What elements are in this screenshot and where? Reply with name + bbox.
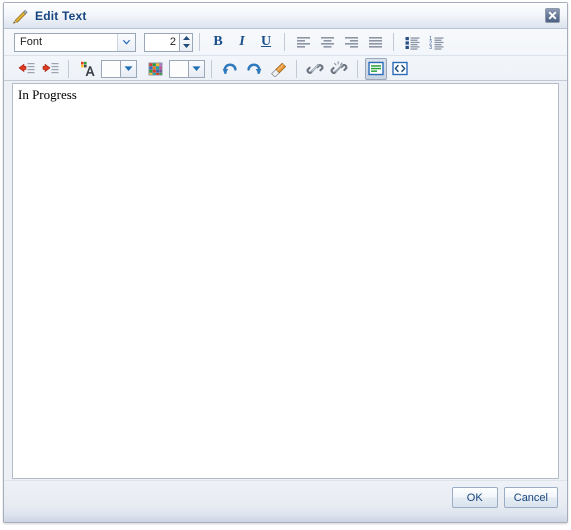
undo-icon: [221, 61, 239, 77]
toolbar-row-2: [4, 55, 567, 81]
font-color-icon: [78, 61, 96, 77]
svg-text:3: 3: [429, 45, 432, 50]
font-color-picker[interactable]: [101, 59, 137, 78]
cancel-button[interactable]: Cancel: [503, 487, 558, 508]
dialog-titlebar: Edit Text: [4, 3, 567, 29]
spinner-down-icon[interactable]: [182, 42, 191, 50]
link-icon: [306, 61, 324, 77]
color-grid-icon: [147, 61, 164, 77]
background-color-chevron-down-icon[interactable]: [189, 59, 205, 78]
align-right-button[interactable]: [340, 31, 362, 53]
wysiwyg-view-button[interactable]: [365, 57, 387, 80]
font-family-value: Font: [20, 36, 43, 48]
pencil-icon: [11, 7, 29, 25]
italic-button[interactable]: I: [231, 31, 253, 53]
spinner-up-icon[interactable]: [182, 34, 191, 42]
ok-button[interactable]: OK: [451, 487, 498, 508]
font-family-select[interactable]: Font: [14, 32, 136, 52]
window-frame: Edit Text Font 2 B I U 1 2 3 In Progress…: [3, 2, 568, 523]
toolbar-separator: [393, 33, 394, 51]
font-color-swatch[interactable]: [101, 59, 121, 78]
unlink-icon: [330, 60, 348, 77]
background-color-picker[interactable]: [169, 59, 205, 78]
close-icon[interactable]: [545, 8, 560, 23]
chevron-down-icon: [117, 33, 135, 51]
justify-button[interactable]: [364, 31, 386, 53]
bold-icon: B: [213, 34, 223, 49]
toolbar-separator: [357, 59, 358, 78]
underline-icon: U: [260, 34, 272, 49]
source-code-icon: [392, 61, 408, 76]
editor-content[interactable]: In Progress: [13, 84, 558, 106]
align-center-button[interactable]: [316, 31, 338, 53]
edit-text-dialog: Edit Text Font 2 B I U 1 2 3 In Progress…: [0, 0, 571, 530]
rich-text-editor[interactable]: In Progress: [12, 83, 559, 479]
numbered-list-icon: 1 2 3: [428, 35, 445, 50]
toolbar-separator: [68, 59, 69, 78]
eraser-icon: [269, 61, 287, 77]
font-size-stepper[interactable]: [179, 32, 193, 52]
dialog-footer: OK Cancel: [4, 480, 567, 522]
redo-icon: [245, 61, 263, 77]
toolbar-separator: [284, 33, 285, 51]
toolbar-row-1: Font 2 B I U 1 2 3: [4, 29, 567, 55]
bulleted-list-button[interactable]: [401, 31, 423, 53]
outdent-icon: [17, 61, 35, 76]
editor-toolbar: Font 2 B I U 1 2 3: [4, 29, 567, 81]
align-left-button[interactable]: [292, 31, 314, 53]
font-size-input[interactable]: 2: [144, 32, 179, 52]
insert-link-button[interactable]: [304, 58, 326, 80]
font-color-button[interactable]: [76, 58, 98, 80]
bulleted-list-icon: [404, 35, 421, 50]
numbered-list-button[interactable]: 1 2 3: [425, 31, 447, 53]
remove-link-button[interactable]: [328, 58, 350, 80]
toolbar-separator: [199, 33, 200, 51]
italic-icon: I: [239, 34, 245, 49]
indent-button[interactable]: [39, 58, 61, 80]
rich-text-view-icon: [368, 61, 384, 76]
font-color-chevron-down-icon[interactable]: [121, 59, 137, 78]
bold-button[interactable]: B: [207, 31, 229, 53]
dialog-title: Edit Text: [35, 8, 87, 23]
undo-button[interactable]: [219, 58, 241, 80]
clear-formatting-button[interactable]: [267, 58, 289, 80]
align-right-icon: [343, 35, 360, 50]
footer-button-group: OK Cancel: [451, 487, 558, 508]
underline-button[interactable]: U: [255, 31, 277, 53]
background-color-swatch[interactable]: [169, 59, 189, 78]
indent-icon: [41, 61, 59, 76]
align-left-icon: [295, 35, 312, 50]
toolbar-separator: [211, 59, 212, 78]
toolbar-separator: [296, 59, 297, 78]
align-center-icon: [319, 35, 336, 50]
background-color-button[interactable]: [144, 58, 166, 80]
justify-icon: [367, 35, 384, 50]
source-view-button[interactable]: [389, 58, 411, 80]
redo-button[interactable]: [243, 58, 265, 80]
outdent-button[interactable]: [15, 58, 37, 80]
